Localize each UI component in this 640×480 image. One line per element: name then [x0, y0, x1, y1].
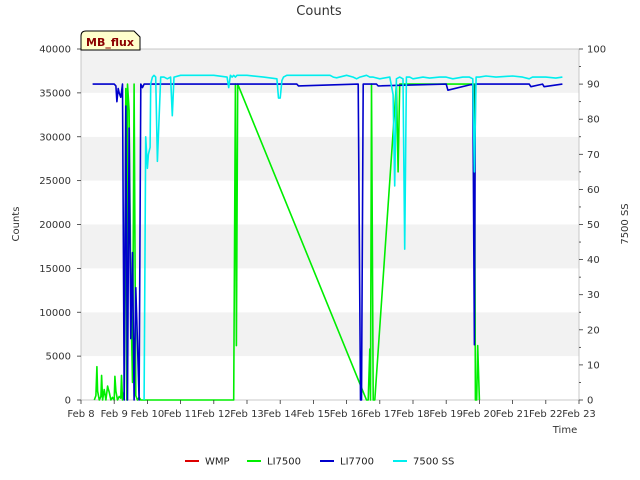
y2-axis-title: 7500 SS: [620, 203, 631, 244]
x-axis-title: Time: [552, 425, 577, 436]
x-tick-label: Feb 23: [562, 409, 596, 420]
x-tick-label: Feb 17: [363, 409, 397, 420]
x-axis-ticks: Feb 8 Feb 9 Feb 10 Feb 11 Feb 12 Feb 13 Feb 14…: [67, 400, 596, 420]
y-tick-label: 25000: [39, 176, 71, 187]
y-tick-label: 20000: [39, 220, 71, 231]
grid-band: [81, 180, 579, 225]
grid-band: [81, 312, 579, 357]
y-tick-label: 0: [65, 396, 71, 407]
x-tick-label: Feb 12: [197, 409, 231, 420]
chart-title: Counts: [296, 4, 342, 19]
x-tick-label: Feb 14: [263, 409, 297, 420]
y-tick-label: 35000: [39, 88, 71, 99]
y-axis-ticks: 0 5000 10000 15000 20000 25000 30000 35000 40000: [39, 45, 81, 407]
y2-tick-label: 40: [587, 255, 600, 266]
grid-band: [81, 356, 579, 400]
x-tick-label: Feb 9: [101, 409, 128, 420]
x-tick-label: Feb 21: [496, 409, 530, 420]
grid-band: [81, 268, 579, 313]
y-tick-label: 30000: [39, 132, 71, 143]
x-tick-label: Feb 16: [330, 409, 364, 420]
mb-flux-annotation: MB_flux: [80, 30, 141, 51]
legend-label: 7500 SS: [413, 457, 454, 468]
y-tick-label: 15000: [39, 264, 71, 275]
y2-tick-label: 80: [587, 115, 600, 126]
y2-tick-label: 10: [587, 360, 600, 371]
y2-tick-label: 20: [587, 325, 600, 336]
x-tick-label: Feb 10: [131, 409, 165, 420]
annotation-label: MB_flux: [86, 36, 134, 49]
x-tick-label: Feb 11: [164, 409, 198, 420]
y-axis-title: Counts: [11, 207, 22, 242]
legend: WMP LI7500 LI7700 7500 SS: [185, 457, 454, 468]
y2-tick-label: 90: [587, 80, 600, 91]
x-tick-label: Feb 19: [429, 409, 463, 420]
legend-label: LI7500: [267, 457, 301, 468]
x-tick-label: Feb 13: [230, 409, 264, 420]
y-tick-label: 5000: [46, 352, 71, 363]
y2-axis-ticks: 0 10 20 30 40 50 60 70 80 90 100: [579, 45, 606, 407]
y-tick-label: 40000: [39, 45, 71, 56]
x-tick-label: Feb 20: [463, 409, 497, 420]
grid-band: [81, 224, 579, 269]
x-tick-label: Feb 22: [529, 409, 563, 420]
x-tick-label: Feb 15: [297, 409, 331, 420]
counts-chart: Feb 8 Feb 9 Feb 10 Feb 11 Feb 12 Feb 13 Feb 14…: [11, 4, 631, 468]
y2-tick-label: 70: [587, 150, 600, 161]
x-tick-label: Feb 8: [67, 409, 94, 420]
y2-tick-label: 60: [587, 185, 600, 196]
y2-tick-label: 0: [587, 396, 593, 407]
y-tick-label: 10000: [39, 308, 71, 319]
grid-band: [81, 136, 579, 181]
legend-label: WMP: [205, 457, 230, 468]
x-tick-label: Feb 18: [396, 409, 430, 420]
y2-tick-label: 100: [587, 45, 606, 56]
legend-label: LI7700: [340, 457, 374, 468]
y2-tick-label: 50: [587, 220, 600, 231]
y2-tick-label: 30: [587, 290, 600, 301]
